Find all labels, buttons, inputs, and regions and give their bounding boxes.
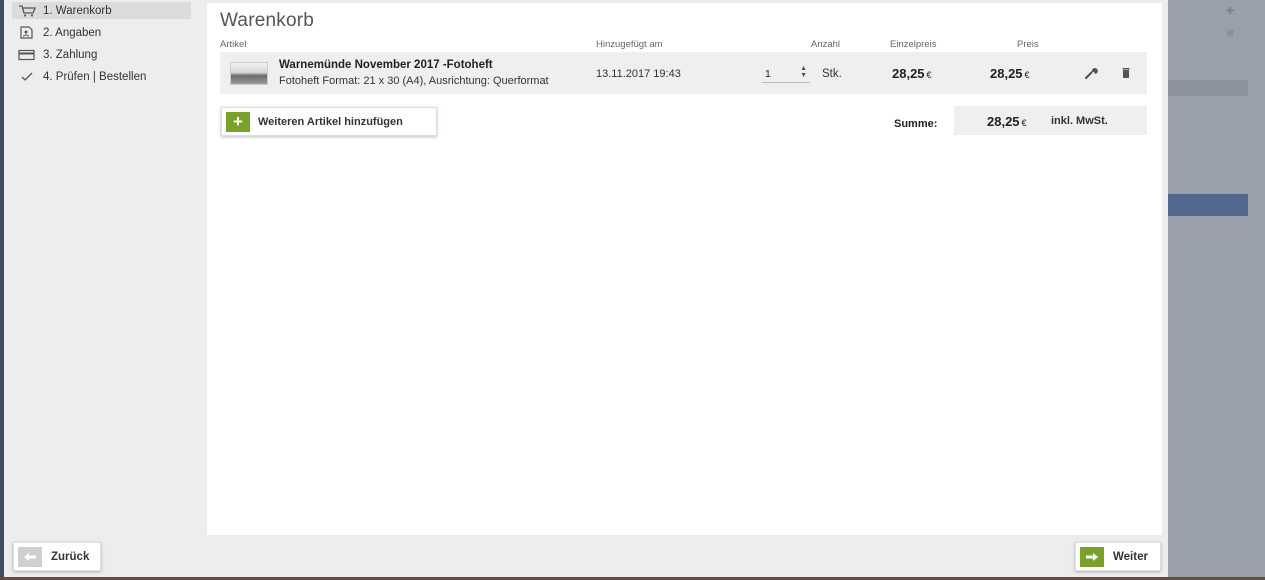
cart-panel: Warenkorb Artikel Hinzugefügt am Anzahl …	[207, 3, 1162, 535]
sum-label: Summe:	[894, 118, 938, 130]
column-header-unit-price: Einzelpreis	[890, 39, 937, 50]
price-value: 28,25	[990, 66, 1023, 81]
item-added-date: 13.11.2017 19:43	[596, 68, 681, 80]
currency-symbol: €	[1024, 70, 1030, 80]
address-card-icon	[16, 26, 38, 39]
currency-symbol: €	[926, 70, 932, 80]
background-icon: ✚	[1226, 6, 1235, 17]
background-icon: ⊕	[1226, 28, 1235, 39]
column-header-price: Preis	[1017, 39, 1039, 50]
background-app: ✚ ⊕	[1168, 0, 1265, 580]
background-bar	[1168, 194, 1248, 216]
item-thumbnail[interactable]	[230, 62, 268, 85]
quantity-value: 1	[765, 68, 771, 80]
step-label: 1. Warenkorb	[43, 4, 112, 17]
back-button[interactable]: Zurück	[13, 542, 101, 571]
add-item-label: Weiteren Artikel hinzufügen	[258, 115, 403, 128]
credit-card-icon	[16, 49, 38, 61]
step-details[interactable]: 2. Angaben	[12, 24, 191, 41]
item-name: Warnemünde November 2017 -Fotoheft	[279, 59, 493, 71]
spinner-arrows-icon[interactable]: ▲ ▼	[800, 65, 807, 79]
checkout-dialog: 1. Warenkorb 2. Angaben 3. Zahlung 4. Pr…	[4, 0, 1168, 577]
checkout-steps: 1. Warenkorb 2. Angaben 3. Zahlung 4. Pr…	[4, 0, 204, 537]
step-payment[interactable]: 3. Zahlung	[12, 46, 191, 63]
sum-amount: 28,25 €	[987, 114, 1027, 129]
arrow-right-icon	[1080, 546, 1104, 567]
sum-box: 28,25 € inkl. MwSt.	[954, 106, 1147, 135]
trash-icon[interactable]	[1119, 66, 1133, 80]
cart-item-row: Warnemünde November 2017 -Fotoheft Fotoh…	[220, 52, 1147, 94]
item-unit-price: 28,25 €	[892, 66, 932, 81]
page-title: Warenkorb	[220, 10, 315, 31]
unit-price-value: 28,25	[892, 66, 925, 81]
currency-symbol: €	[1021, 118, 1027, 128]
column-header-article: Artikel	[220, 39, 247, 50]
item-description: Fotoheft Format: 21 x 30 (A4), Ausrichtu…	[279, 75, 549, 87]
check-icon	[16, 71, 38, 82]
wrench-icon[interactable]	[1084, 66, 1098, 80]
add-item-button[interactable]: + Weiteren Artikel hinzufügen	[221, 107, 437, 136]
arrow-left-icon	[18, 546, 42, 567]
step-cart[interactable]: 1. Warenkorb	[12, 2, 191, 19]
sum-value: 28,25	[987, 114, 1020, 129]
step-label: 4. Prüfen | Bestellen	[43, 70, 147, 83]
tax-note: inkl. MwSt.	[1051, 115, 1108, 127]
quantity-stepper[interactable]: 1 ▲ ▼	[762, 63, 810, 83]
step-review[interactable]: 4. Prüfen | Bestellen	[12, 68, 191, 85]
column-header-quantity: Anzahl	[811, 39, 841, 50]
column-header-added: Hinzugefügt am	[596, 39, 663, 50]
plus-icon: +	[226, 111, 250, 132]
background-bar	[1168, 80, 1248, 96]
cart-icon	[16, 4, 38, 17]
step-label: 2. Angaben	[43, 26, 102, 39]
step-label: 3. Zahlung	[43, 48, 98, 61]
item-unit: Stk.	[822, 68, 842, 80]
back-label: Zurück	[51, 550, 90, 563]
item-price: 28,25 €	[990, 66, 1030, 81]
next-button[interactable]: Weiter	[1075, 542, 1161, 571]
next-label: Weiter	[1113, 550, 1148, 563]
